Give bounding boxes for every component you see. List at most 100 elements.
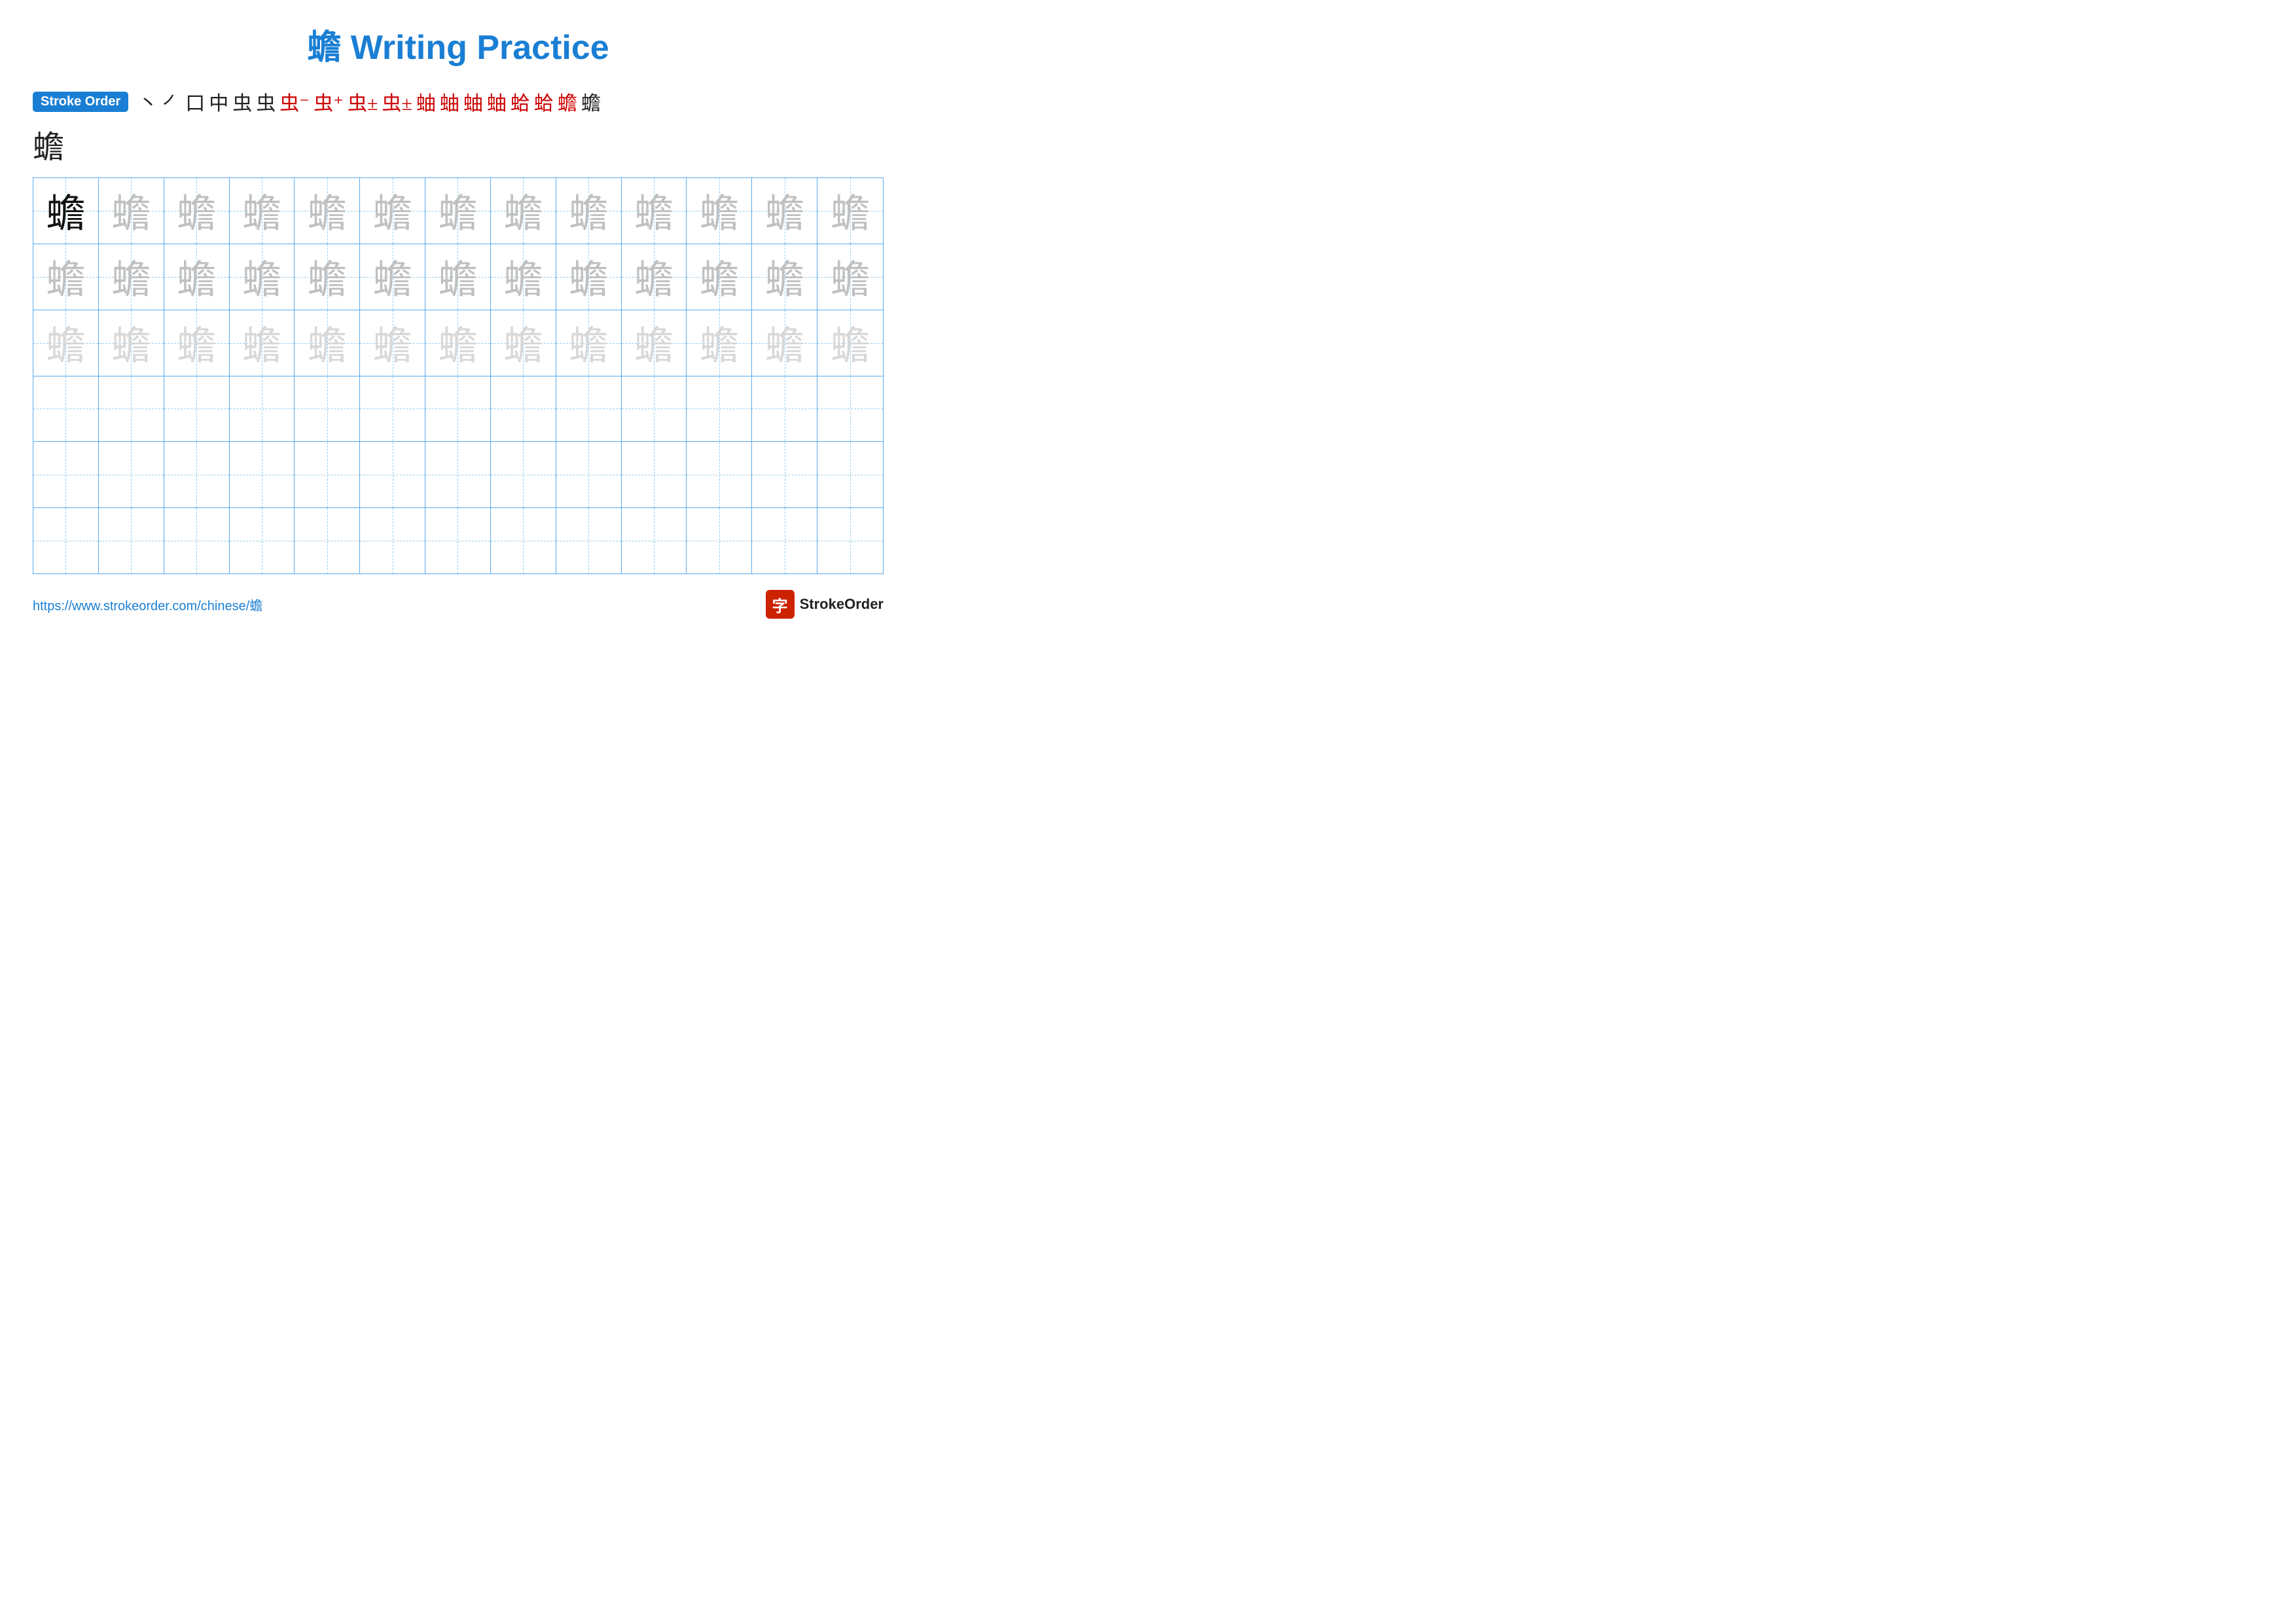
grid-cell[interactable] bbox=[817, 508, 883, 574]
grid-cell[interactable]: 蟾 bbox=[425, 178, 491, 244]
grid-cell[interactable]: 蟾 bbox=[164, 244, 230, 310]
grid-cell[interactable] bbox=[752, 376, 817, 442]
grid-cell[interactable]: 蟾 bbox=[295, 244, 360, 310]
grid-cell[interactable] bbox=[164, 376, 230, 442]
grid-row[interactable]: 蟾蟾蟾蟾蟾蟾蟾蟾蟾蟾蟾蟾蟾 bbox=[33, 244, 883, 310]
practice-char: 蟾 bbox=[634, 314, 673, 371]
grid-cell[interactable]: 蟾 bbox=[556, 178, 622, 244]
grid-cell[interactable]: 蟾 bbox=[230, 244, 295, 310]
practice-grid[interactable]: 蟾蟾蟾蟾蟾蟾蟾蟾蟾蟾蟾蟾蟾蟾蟾蟾蟾蟾蟾蟾蟾蟾蟾蟾蟾蟾蟾蟾蟾蟾蟾蟾蟾蟾蟾蟾蟾蟾蟾 bbox=[33, 177, 884, 574]
grid-cell[interactable] bbox=[556, 376, 622, 442]
grid-cell[interactable]: 蟾 bbox=[752, 244, 817, 310]
grid-cell[interactable] bbox=[687, 508, 752, 574]
grid-cell[interactable]: 蟾 bbox=[687, 310, 752, 376]
grid-cell[interactable]: 蟾 bbox=[425, 310, 491, 376]
grid-cell[interactable]: 蟾 bbox=[33, 244, 99, 310]
stroke-step: 中 bbox=[207, 93, 230, 115]
grid-cell[interactable] bbox=[752, 508, 817, 574]
grid-row[interactable]: 蟾蟾蟾蟾蟾蟾蟾蟾蟾蟾蟾蟾蟾 bbox=[33, 310, 883, 376]
grid-cell[interactable]: 蟾 bbox=[817, 310, 883, 376]
grid-row[interactable] bbox=[33, 442, 883, 508]
grid-cell[interactable] bbox=[425, 442, 491, 507]
grid-cell[interactable] bbox=[360, 376, 425, 442]
grid-cell[interactable] bbox=[622, 376, 687, 442]
grid-cell[interactable]: 蟾 bbox=[556, 244, 622, 310]
stroke-step: 蟾 bbox=[579, 93, 603, 115]
grid-cell[interactable] bbox=[164, 442, 230, 507]
grid-cell[interactable] bbox=[556, 508, 622, 574]
grid-cell[interactable] bbox=[99, 508, 164, 574]
grid-cell[interactable]: 蟾 bbox=[360, 178, 425, 244]
grid-cell[interactable] bbox=[33, 508, 99, 574]
practice-char: 蟾 bbox=[831, 182, 870, 239]
stroke-step: ㇒ bbox=[160, 93, 183, 115]
grid-cell[interactable] bbox=[295, 508, 360, 574]
grid-cell[interactable]: 蟾 bbox=[360, 244, 425, 310]
grid-cell[interactable] bbox=[33, 442, 99, 507]
grid-cell[interactable]: 蟾 bbox=[817, 178, 883, 244]
grid-cell[interactable]: 蟾 bbox=[99, 310, 164, 376]
practice-char: 蟾 bbox=[373, 248, 412, 305]
grid-cell[interactable]: 蟾 bbox=[622, 244, 687, 310]
grid-cell[interactable]: 蟾 bbox=[164, 310, 230, 376]
grid-cell[interactable]: 蟾 bbox=[360, 310, 425, 376]
grid-cell[interactable] bbox=[491, 376, 556, 442]
grid-cell[interactable] bbox=[360, 442, 425, 507]
stroke-step: 虫⁺ bbox=[312, 93, 346, 115]
grid-row[interactable]: 蟾蟾蟾蟾蟾蟾蟾蟾蟾蟾蟾蟾蟾 bbox=[33, 178, 883, 244]
grid-cell[interactable]: 蟾 bbox=[99, 244, 164, 310]
practice-char: 蟾 bbox=[111, 314, 151, 371]
grid-cell[interactable] bbox=[622, 508, 687, 574]
grid-cell[interactable]: 蟾 bbox=[491, 310, 556, 376]
grid-cell[interactable] bbox=[817, 442, 883, 507]
grid-cell[interactable]: 蟾 bbox=[33, 178, 99, 244]
practice-char: 蟾 bbox=[438, 182, 477, 239]
grid-cell[interactable] bbox=[230, 376, 295, 442]
grid-cell[interactable]: 蟾 bbox=[164, 178, 230, 244]
grid-cell[interactable] bbox=[425, 508, 491, 574]
grid-cell[interactable] bbox=[33, 376, 99, 442]
grid-cell[interactable] bbox=[164, 508, 230, 574]
grid-cell[interactable]: 蟾 bbox=[230, 178, 295, 244]
grid-cell[interactable]: 蟾 bbox=[295, 178, 360, 244]
grid-cell[interactable]: 蟾 bbox=[622, 178, 687, 244]
grid-cell[interactable] bbox=[230, 508, 295, 574]
footer-url[interactable]: https://www.strokeorder.com/chinese/蟾 bbox=[33, 595, 262, 614]
grid-cell[interactable] bbox=[556, 442, 622, 507]
grid-cell[interactable]: 蟾 bbox=[556, 310, 622, 376]
grid-cell[interactable] bbox=[817, 376, 883, 442]
stroke-step: 蛤 bbox=[532, 93, 556, 115]
stroke-chars: 丶㇒口中虫虫虫⁻虫⁺虫±虫±蚰蚰蚰蚰蛤蛤蟾蟾 bbox=[136, 87, 603, 116]
grid-cell[interactable]: 蟾 bbox=[622, 310, 687, 376]
grid-cell[interactable] bbox=[687, 376, 752, 442]
practice-char: 蟾 bbox=[765, 182, 804, 239]
grid-cell[interactable]: 蟾 bbox=[817, 244, 883, 310]
grid-row[interactable] bbox=[33, 376, 883, 443]
grid-cell[interactable]: 蟾 bbox=[491, 244, 556, 310]
grid-cell[interactable] bbox=[752, 442, 817, 507]
grid-cell[interactable] bbox=[425, 376, 491, 442]
practice-char: 蟾 bbox=[569, 248, 608, 305]
grid-cell[interactable] bbox=[360, 508, 425, 574]
grid-cell[interactable]: 蟾 bbox=[752, 178, 817, 244]
grid-cell[interactable] bbox=[230, 442, 295, 507]
grid-cell[interactable]: 蟾 bbox=[491, 178, 556, 244]
grid-cell[interactable] bbox=[295, 376, 360, 442]
grid-cell[interactable] bbox=[491, 508, 556, 574]
grid-cell[interactable]: 蟾 bbox=[687, 244, 752, 310]
grid-cell[interactable]: 蟾 bbox=[99, 178, 164, 244]
grid-cell[interactable]: 蟾 bbox=[33, 310, 99, 376]
practice-char: 蟾 bbox=[177, 248, 216, 305]
grid-cell[interactable] bbox=[295, 442, 360, 507]
grid-cell[interactable]: 蟾 bbox=[687, 178, 752, 244]
grid-cell[interactable] bbox=[491, 442, 556, 507]
grid-cell[interactable]: 蟾 bbox=[752, 310, 817, 376]
grid-cell[interactable]: 蟾 bbox=[425, 244, 491, 310]
grid-cell[interactable]: 蟾 bbox=[230, 310, 295, 376]
grid-cell[interactable]: 蟾 bbox=[295, 310, 360, 376]
grid-cell[interactable] bbox=[99, 442, 164, 507]
grid-cell[interactable] bbox=[622, 442, 687, 507]
grid-cell[interactable] bbox=[99, 376, 164, 442]
grid-row[interactable] bbox=[33, 508, 883, 574]
grid-cell[interactable] bbox=[687, 442, 752, 507]
